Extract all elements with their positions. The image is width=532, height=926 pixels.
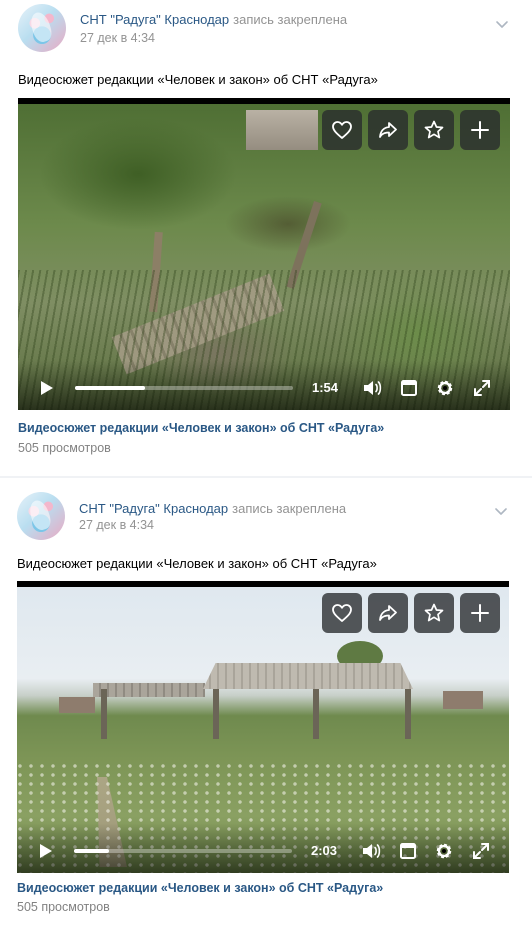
volume-icon[interactable] [362,378,382,398]
gear-icon[interactable] [434,841,454,861]
gear-icon[interactable] [435,378,455,398]
play-icon[interactable] [35,841,55,861]
video-title-link[interactable]: Видеосюжет редакции «Человек и закон» об… [18,421,384,435]
thumbnail-building [246,110,318,150]
plus-icon [471,604,489,622]
thumbnail-pillar [313,689,319,739]
video-duration: 2:03 [311,843,338,858]
heart-icon [332,121,352,139]
star-icon [424,603,444,622]
like-button[interactable] [322,110,362,150]
thumbnail-roof [203,663,413,689]
share-button[interactable] [368,593,408,633]
fullscreen-icon[interactable] [471,841,491,861]
video-title-link[interactable]: Видеосюжет редакции «Человек и закон» об… [17,881,383,895]
plus-icon [471,121,489,139]
thumbnail-pillar [213,689,219,739]
avatar[interactable] [17,492,65,540]
pinned-label: запись закреплена [232,501,347,516]
view-count: 505 просмотров [17,900,110,914]
thumbnail-roof [93,683,205,697]
volume-icon[interactable] [361,841,381,861]
progress-fill [74,849,109,853]
post-2: СНТ "Радуга" Краснодар запись закреплена … [0,478,532,926]
post-text: Видеосюжет редакции «Человек и закон» об… [18,72,378,87]
pinned-label: запись закреплена [233,12,348,27]
author-link[interactable]: СНТ "Радуга" Краснодар [80,12,229,27]
video-player[interactable]: 1:54 [18,98,510,410]
play-icon[interactable] [36,378,56,398]
post-header: СНТ "Радуга" Краснодар запись закреплена [80,12,347,27]
heart-icon [332,604,352,622]
progress-bar[interactable] [74,849,292,853]
post-date[interactable]: 27 дек в 4:34 [79,518,154,532]
view-count: 505 просмотров [18,441,111,455]
post-date[interactable]: 27 дек в 4:34 [80,31,155,45]
miniplayer-icon[interactable] [398,841,418,861]
chevron-down-icon[interactable] [494,16,510,32]
thumbnail-pillar [405,689,411,739]
like-button[interactable] [322,593,362,633]
share-icon [379,605,397,621]
progress-bar[interactable] [75,386,293,390]
video-controls: 1:54 [18,360,510,410]
post-1: СНТ "Радуга" Краснодар запись закреплена … [0,0,532,472]
favorite-button[interactable] [414,110,454,150]
favorite-button[interactable] [414,593,454,633]
miniplayer-icon[interactable] [399,378,419,398]
progress-fill [75,386,145,390]
post-header: СНТ "Радуга" Краснодар запись закреплена [79,501,346,516]
video-controls: 2:03 [17,823,509,873]
post-text: Видеосюжет редакции «Человек и закон» об… [17,556,377,571]
thumbnail-pillar [101,689,107,739]
add-button[interactable] [460,593,500,633]
avatar[interactable] [18,4,66,52]
thumbnail-house [59,697,95,713]
thumbnail-house [443,691,483,709]
add-button[interactable] [460,110,500,150]
video-duration: 1:54 [312,380,339,395]
video-player[interactable]: 2:03 [17,581,509,873]
fullscreen-icon[interactable] [472,378,492,398]
star-icon [424,120,444,139]
share-button[interactable] [368,110,408,150]
author-link[interactable]: СНТ "Радуга" Краснодар [79,501,228,516]
chevron-down-icon[interactable] [493,503,509,519]
share-icon [379,122,397,138]
